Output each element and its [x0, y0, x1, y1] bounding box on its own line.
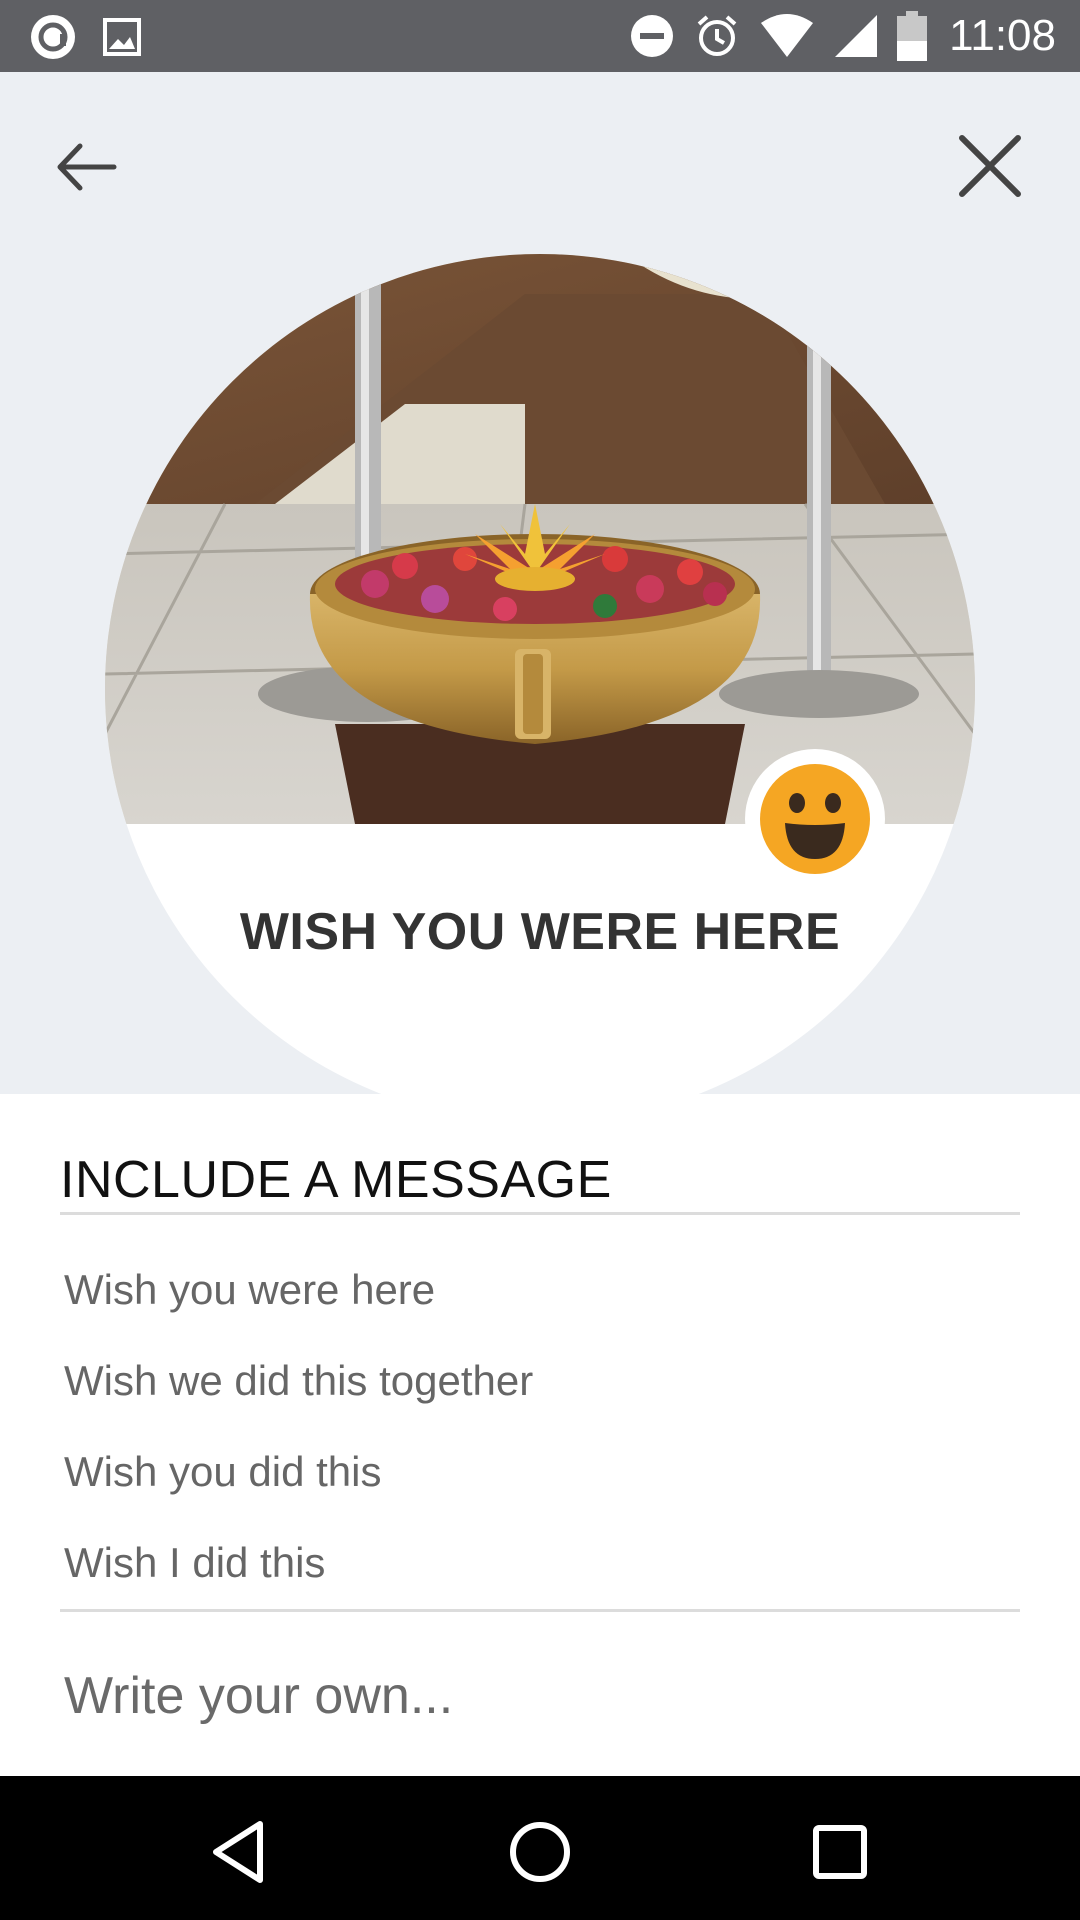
status-right-icons: 11:08 — [629, 10, 1056, 62]
include-message-heading: INCLUDE A MESSAGE — [60, 1151, 612, 1209]
heading-divider — [60, 1212, 1020, 1215]
write-your-own-input[interactable] — [64, 1656, 1004, 1736]
suggestions-divider — [60, 1609, 1020, 1612]
suggestion-option[interactable]: Wish you were here — [64, 1266, 435, 1314]
emoji-badge[interactable] — [745, 749, 885, 889]
status-clock: 11:08 — [949, 11, 1056, 60]
suggestion-option[interactable]: Wish I did this — [64, 1539, 325, 1587]
battery-icon — [897, 11, 928, 61]
suggestion-option[interactable]: Wish you did this — [64, 1448, 381, 1496]
wish-card: WISH YOU WERE HERE — [105, 254, 975, 1094]
message-section: INCLUDE A MESSAGE Wish you were here Wis… — [0, 1094, 1080, 1776]
back-triangle-icon[interactable] — [200, 1812, 280, 1892]
close-icon[interactable] — [952, 128, 1028, 204]
android-nav-bar — [0, 1776, 1080, 1920]
alarm-icon — [697, 15, 737, 56]
card-photo — [105, 254, 975, 824]
card-title: WISH YOU WERE HERE — [239, 903, 841, 961]
do-not-disturb-icon — [631, 15, 674, 57]
recents-square-icon[interactable] — [800, 1812, 880, 1892]
grinning-face-icon — [760, 764, 870, 874]
status-left-icons — [30, 14, 142, 60]
cell-signal-icon — [835, 15, 878, 57]
home-circle-icon[interactable] — [500, 1812, 580, 1892]
card-preview-area: WISH YOU WERE HERE — [0, 72, 1080, 1094]
wifi-icon — [761, 14, 814, 57]
image-notification-icon — [103, 18, 141, 56]
arrow-left-icon[interactable] — [52, 132, 122, 202]
status-bar: 11:08 — [0, 0, 1080, 72]
suggestion-option[interactable]: Wish we did this together — [64, 1357, 533, 1405]
app-notification-icon — [31, 15, 75, 59]
